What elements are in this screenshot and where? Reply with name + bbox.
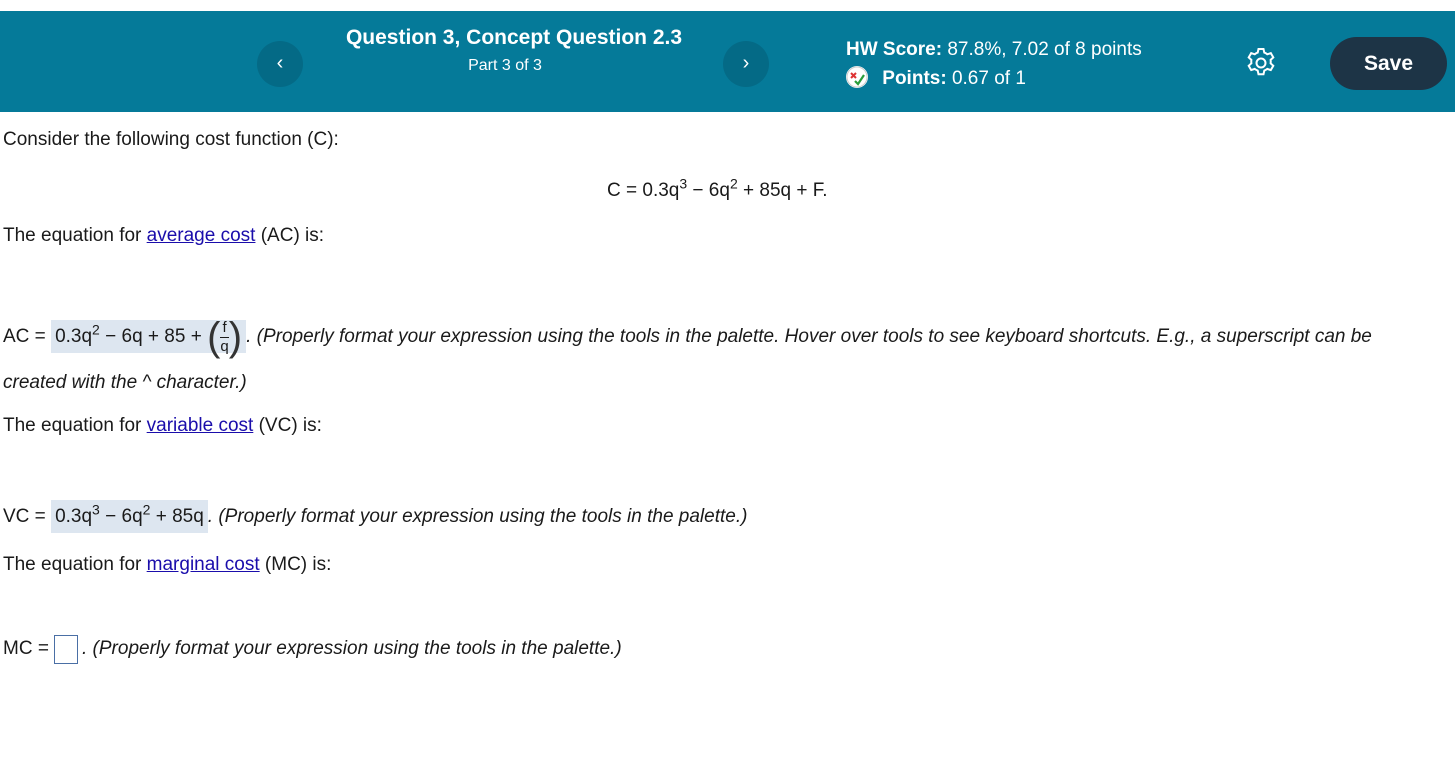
next-question-button[interactable]: › <box>723 41 769 87</box>
ac-fraction: fq <box>220 319 229 356</box>
hw-score: HW Score: 87.8%, 7.02 of 8 points <box>846 39 1142 61</box>
cost-function-exponent-2: 2 <box>729 175 738 192</box>
vc-answer-term-1: 0.3q <box>55 506 93 527</box>
ac-note-line-2: created with the ^ character.) <box>3 372 247 393</box>
mc-prompt: The equation for marginal cost (MC) is: <box>3 554 331 576</box>
vc-prompt: The equation for variable cost (VC) is: <box>3 415 322 437</box>
vc-answer-row: VC = 0.3q3 − 6q2 + 85q. (Properly format… <box>3 500 748 533</box>
mc-prompt-prefix: The equation for <box>3 554 147 575</box>
vc-answer-field[interactable]: 0.3q3 − 6q2 + 85q <box>51 500 208 533</box>
ac-prompt: The equation for average cost (AC) is: <box>3 225 324 247</box>
mc-note: . (Properly format your expression using… <box>82 638 622 659</box>
mc-answer-input[interactable] <box>54 635 78 664</box>
vc-answer-term-3: + 85q <box>150 506 204 527</box>
fraction-numerator: f <box>220 319 229 338</box>
right-paren: ) <box>228 315 243 359</box>
ac-note-line-1: . (Properly format your expression using… <box>246 326 1372 348</box>
ac-prompt-prefix: The equation for <box>3 225 147 246</box>
hw-score-value: 87.8%, 7.02 of 8 points <box>947 39 1142 60</box>
vc-prompt-suffix: (VC) is: <box>253 415 322 436</box>
cost-function-exponent-1: 3 <box>679 175 688 192</box>
ac-answer-field[interactable]: 0.3q2 − 6q + 85 + (f q) <box>51 315 247 359</box>
partial-credit-icon <box>846 66 868 88</box>
ac-label: AC = <box>3 326 52 348</box>
cost-function-equation: C = 0.3q3 − 6q2 + 85q + F. <box>607 177 828 202</box>
hw-score-label: HW Score: <box>846 39 943 60</box>
points-value: 0.67 of 1 <box>951 68 1026 89</box>
ac-answer-term-1: 0.3q <box>55 326 93 348</box>
ac-answer-term-2: − 6q + 85 + <box>99 326 208 348</box>
variable-cost-link[interactable]: variable cost <box>147 415 254 436</box>
points: Points: 0.67 of 1 <box>846 66 1026 90</box>
settings-gear-icon[interactable] <box>1244 46 1278 80</box>
marginal-cost-link[interactable]: marginal cost <box>147 554 260 575</box>
vc-prompt-prefix: The equation for <box>3 415 147 436</box>
vc-label: VC = <box>3 506 52 527</box>
vc-answer-exponent-1: 3 <box>92 501 100 518</box>
mc-label: MC = <box>3 638 49 659</box>
vc-answer-term-2: − 6q <box>99 506 143 527</box>
ac-answer-exponent: 2 <box>92 321 100 338</box>
cost-function-term-1: C = 0.3q <box>607 180 680 201</box>
fraction-denominator: q <box>220 337 229 355</box>
question-title: Question 3, Concept Question 2.3 <box>345 26 683 49</box>
average-cost-link[interactable]: average cost <box>147 225 256 246</box>
previous-question-button[interactable]: ‹ <box>257 41 303 87</box>
points-label: Points: <box>882 68 947 89</box>
left-paren: ( <box>207 315 221 359</box>
mc-prompt-suffix: (MC) is: <box>259 554 332 575</box>
intro-text: Consider the following cost function (C)… <box>3 129 339 150</box>
save-button[interactable]: Save <box>1330 37 1447 90</box>
cost-function-term-3: + 85q + F. <box>737 180 828 201</box>
vc-note: . (Properly format your expression using… <box>207 506 748 527</box>
ac-answer-row: AC = 0.3q2 − 6q + 85 + (f q). (Properly f… <box>3 306 1372 368</box>
chevron-right-icon: › <box>742 52 750 74</box>
cost-function-term-2: − 6q <box>687 180 730 201</box>
ac-prompt-suffix: (AC) is: <box>255 225 325 246</box>
part-label: Part 3 of 3 <box>468 57 542 74</box>
chevron-left-icon: ‹ <box>276 52 284 74</box>
